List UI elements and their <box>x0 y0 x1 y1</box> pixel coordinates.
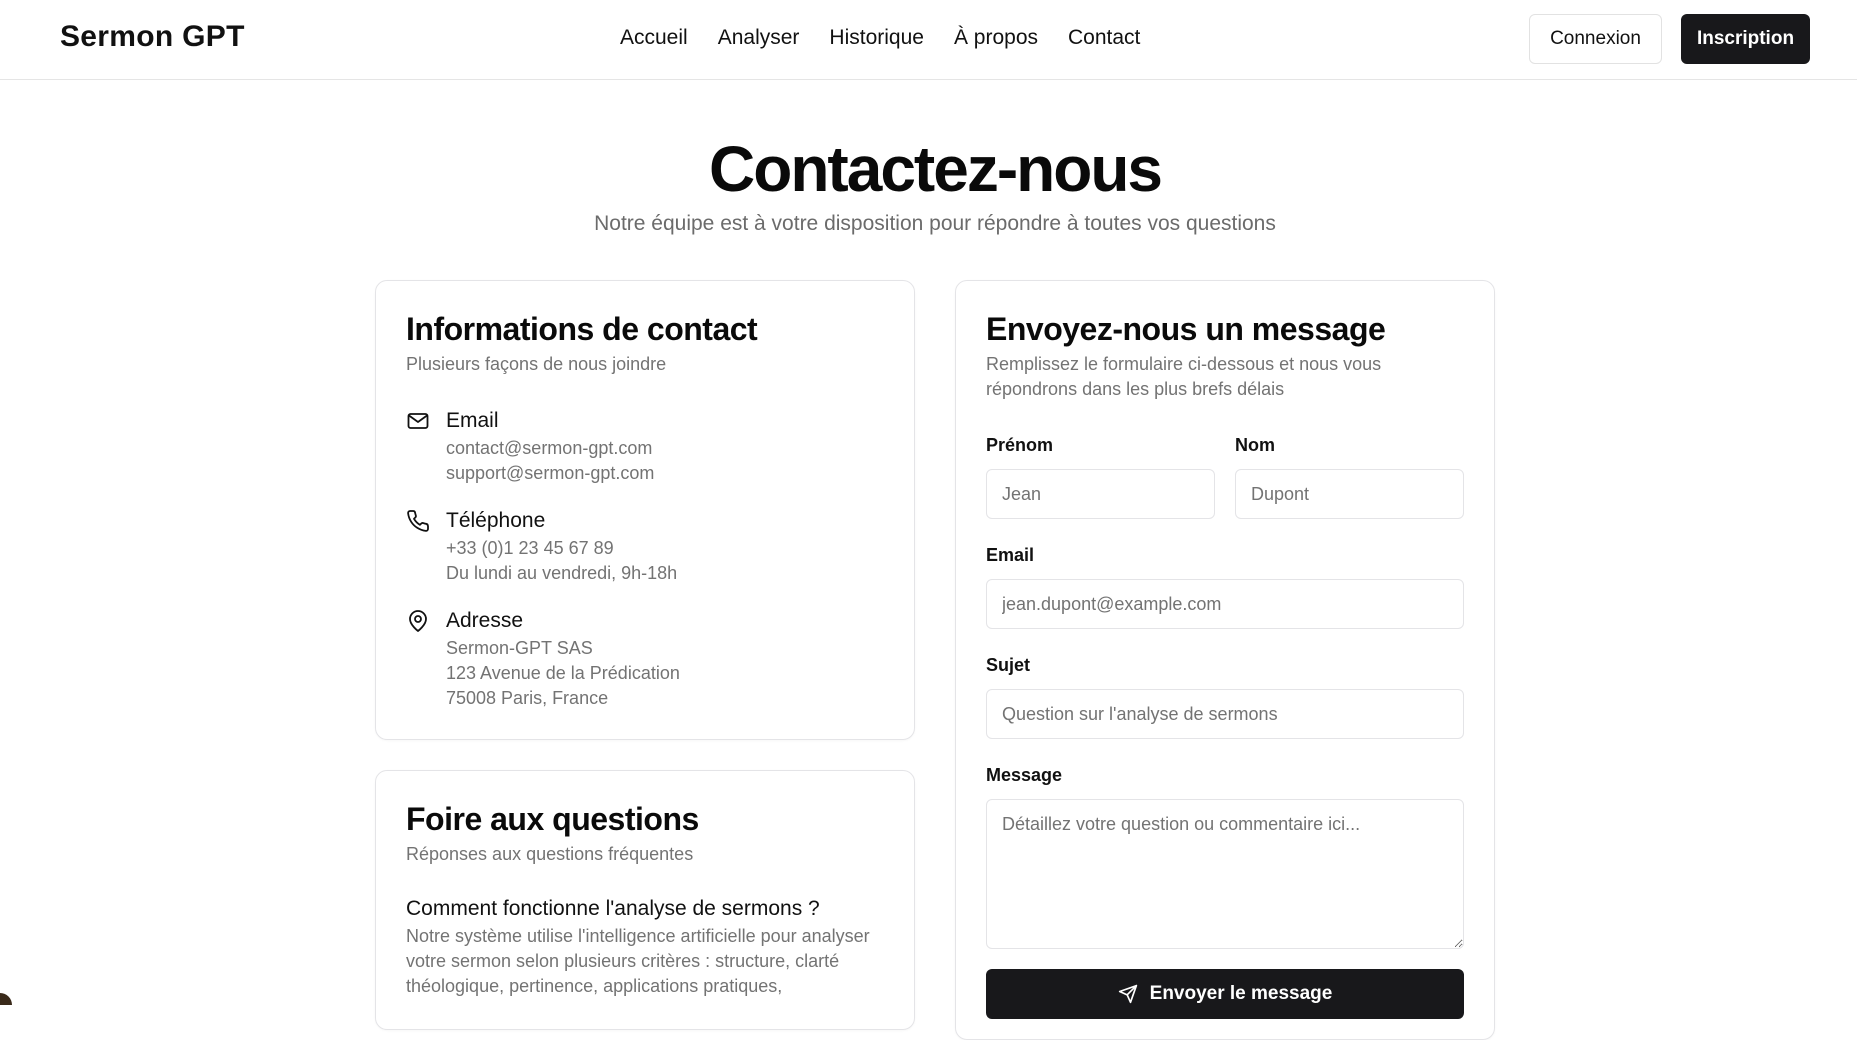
email-line[interactable]: support@sermon-gpt.com <box>446 463 654 484</box>
send-message-label: Envoyer le message <box>1149 983 1333 1004</box>
address-heading: Adresse <box>446 609 524 632</box>
address-line: 75008 Paris, France <box>446 688 609 708</box>
contact-info-card: Informations de contact Plusieurs façons… <box>375 280 915 740</box>
faq-description: Réponses aux questions fréquentes <box>406 844 694 864</box>
email-input[interactable] <box>986 579 1464 629</box>
email-line[interactable]: contact@sermon-gpt.com <box>446 438 652 459</box>
faq-card: Foire aux questions Réponses aux questio… <box>375 770 915 1030</box>
email-label: Email <box>986 545 1035 565</box>
first-name-label: Prénom <box>986 435 1054 455</box>
signup-button[interactable]: Inscription <box>1681 14 1810 64</box>
contact-info-title: Informations de contact <box>406 311 758 347</box>
top-navbar: Sermon GPT Accueil Analyser Historique À… <box>0 0 1857 80</box>
map-pin-icon <box>406 609 430 633</box>
main-nav: Accueil Analyser Historique À propos Con… <box>620 26 1140 50</box>
phone-line[interactable]: +33 (0)1 23 45 67 89 <box>446 538 614 559</box>
address-line: Sermon-GPT SAS <box>446 638 593 658</box>
last-name-label: Nom <box>1235 435 1275 455</box>
message-label: Message <box>986 765 1063 785</box>
nav-link-contact[interactable]: Contact <box>1068 26 1140 50</box>
nav-link-analyser[interactable]: Analyser <box>718 26 800 50</box>
send-message-button[interactable]: Envoyer le message <box>986 969 1464 1019</box>
send-icon <box>1118 984 1137 1004</box>
subject-label: Sujet <box>986 655 1031 675</box>
phone-hours: Du lundi au vendredi, 9h-18h <box>446 563 678 583</box>
faq-answer: Notre système utilise l'intelligence art… <box>406 926 870 996</box>
phone-icon <box>406 509 430 533</box>
subject-input[interactable] <box>986 689 1464 739</box>
form-description: Remplissez le formulaire ci-dessous et n… <box>986 354 1382 399</box>
faq-title: Foire aux questions <box>406 801 699 837</box>
message-textarea[interactable] <box>986 799 1464 949</box>
nav-link-historique[interactable]: Historique <box>829 26 924 50</box>
mail-icon <box>406 409 430 433</box>
form-title: Envoyez-nous un message <box>986 311 1386 347</box>
nav-link-a-propos[interactable]: À propos <box>954 26 1038 50</box>
faq-question: Comment fonctionne l'analyse de sermons … <box>406 897 820 920</box>
window-corner <box>0 993 12 1005</box>
nav-link-accueil[interactable]: Accueil <box>620 26 688 50</box>
phone-heading: Téléphone <box>446 509 546 532</box>
page-subtitle: Notre équipe est à votre disposition pou… <box>594 212 1276 235</box>
login-button[interactable]: Connexion <box>1529 14 1662 64</box>
page-title: Contactez-nous <box>709 133 1163 205</box>
address-line: 123 Avenue de la Prédication <box>446 663 680 683</box>
email-heading: Email <box>446 409 499 432</box>
brand-logo[interactable]: Sermon GPT <box>60 20 245 54</box>
last-name-input[interactable] <box>1235 469 1464 519</box>
first-name-input[interactable] <box>986 469 1215 519</box>
contact-form-card: Envoyez-nous un message Remplissez le fo… <box>955 280 1495 1040</box>
contact-info-description: Plusieurs façons de nous joindre <box>406 354 667 374</box>
